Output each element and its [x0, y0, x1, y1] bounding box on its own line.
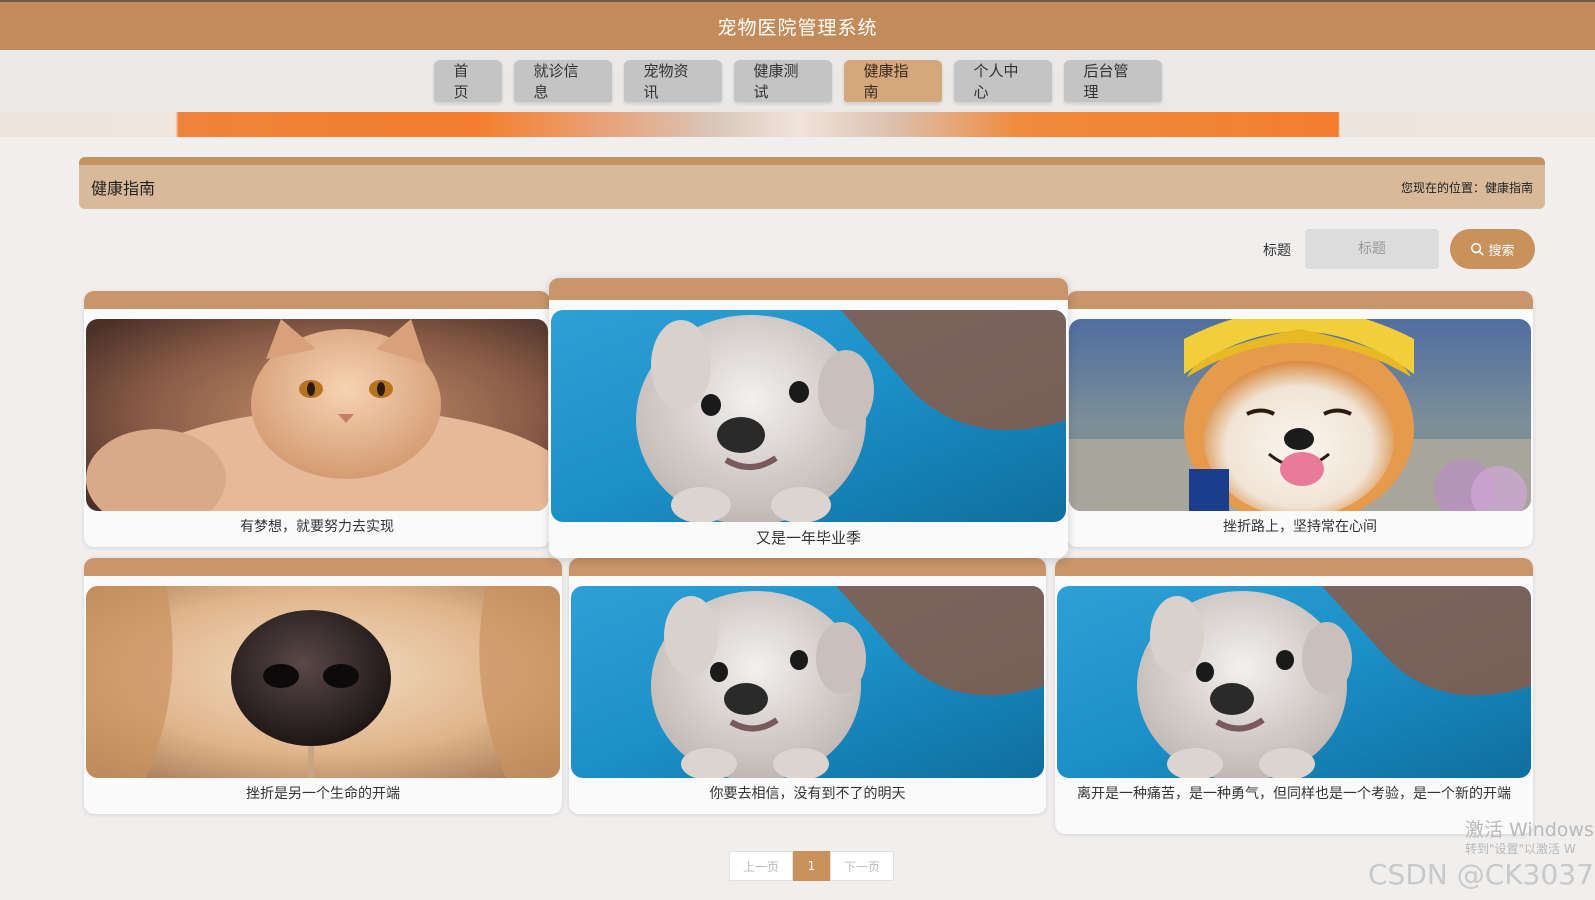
orange-cat-image[interactable] [86, 319, 548, 511]
nav-item-health-test[interactable]: 健康测试 [733, 60, 832, 102]
guide-card[interactable]: 挫折路上，坚持常在心间 [1067, 291, 1533, 547]
nav-item-home[interactable]: 首页 [433, 60, 502, 102]
nav-item-profile[interactable]: 个人中心 [953, 60, 1052, 102]
nav-item-admin[interactable]: 后台管理 [1063, 60, 1162, 102]
card-top-bar [1067, 291, 1533, 309]
card-top-bar [549, 278, 1068, 300]
activate-windows-subtitle: 转到"设置"以激活 W [1465, 842, 1576, 856]
nav-item-health-guide[interactable]: 健康指南 [843, 60, 942, 102]
nav-item-pet-news[interactable]: 宠物资讯 [623, 60, 722, 102]
search-button-label: 搜索 [1488, 243, 1515, 259]
csdn-watermark: CSDN @CK3037 [1368, 858, 1594, 891]
pagination: 上一页 1 下一页 [729, 851, 894, 881]
breadcrumb-prefix: 您现在的位置： [1400, 180, 1485, 195]
search-label: 标题 [1263, 243, 1291, 259]
guide-card[interactable]: 又是一年毕业季 [549, 278, 1068, 558]
section-title: 健康指南 [91, 179, 156, 198]
activate-windows-title: 激活 Windows [1465, 819, 1594, 841]
banner-image [0, 112, 1595, 137]
section-header: 健康指南 您现在的位置： 健康指南 [79, 157, 1545, 209]
prev-page-button[interactable]: 上一页 [729, 851, 793, 881]
card-top-bar [84, 558, 562, 576]
white-puppy-image[interactable] [551, 310, 1066, 522]
app-title: 宠物医院管理系统 [717, 16, 878, 39]
breadcrumb-current[interactable]: 健康指南 [1485, 179, 1533, 196]
main-nav: 首页 就诊信息 宠物资讯 健康测试 健康指南 个人中心 后台管理 [0, 50, 1595, 112]
card-top-bar [569, 558, 1046, 576]
card-caption[interactable]: 挫折路上，坚持常在心间 [1067, 511, 1533, 538]
search-button[interactable]: 搜索 [1450, 229, 1535, 269]
card-caption[interactable]: 有梦想，就要努力去实现 [84, 511, 550, 538]
next-page-button[interactable]: 下一页 [830, 851, 894, 881]
nav-item-visits[interactable]: 就诊信息 [513, 60, 612, 102]
card-caption[interactable]: 离开是一种痛苦，是一种勇气，但同样也是一个考验，是一个新的开端 [1055, 778, 1533, 805]
page-number-button[interactable]: 1 [793, 851, 830, 881]
app-title-bar: 宠物医院管理系统 [0, 0, 1595, 50]
guide-card[interactable]: 挫折是另一个生命的开端 [84, 558, 562, 814]
golden-retriever-nose-image[interactable] [86, 586, 560, 778]
search-icon [1471, 242, 1484, 256]
white-puppy-image[interactable] [1057, 586, 1531, 778]
guide-card[interactable]: 你要去相信，没有到不了的明天 [569, 558, 1046, 814]
card-top-bar [84, 291, 550, 309]
white-puppy-image[interactable] [571, 586, 1044, 778]
card-caption[interactable]: 你要去相信，没有到不了的明天 [569, 778, 1046, 805]
card-caption[interactable]: 又是一年毕业季 [549, 522, 1068, 549]
card-caption[interactable]: 挫折是另一个生命的开端 [84, 778, 562, 805]
search-input[interactable] [1305, 229, 1439, 269]
shiba-yellow-hat-image[interactable] [1069, 319, 1531, 511]
guide-card[interactable]: 离开是一种痛苦，是一种勇气，但同样也是一个考验，是一个新的开端 [1055, 558, 1533, 834]
breadcrumb: 您现在的位置： 健康指南 [1401, 179, 1533, 196]
card-top-bar [1055, 558, 1533, 576]
guide-card[interactable]: 有梦想，就要努力去实现 [84, 291, 550, 547]
